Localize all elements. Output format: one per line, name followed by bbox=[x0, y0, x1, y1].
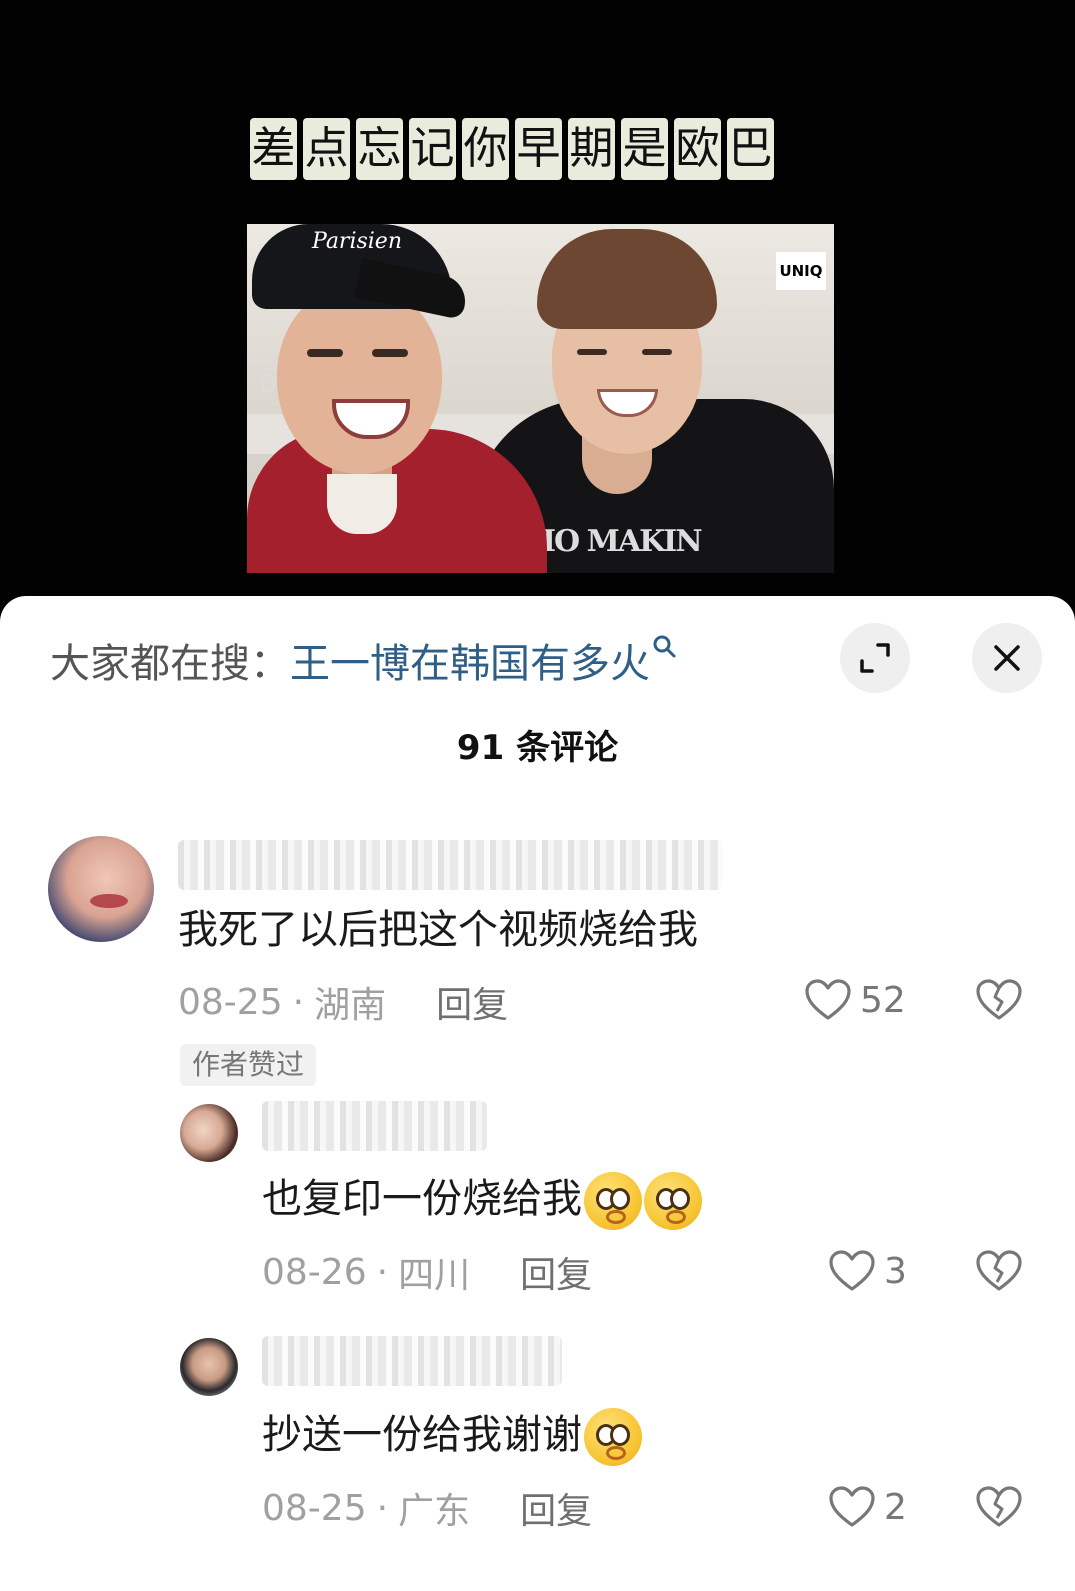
comment-text-content: 也复印一份烧给我 bbox=[262, 1176, 582, 1222]
like-button[interactable]: 2 bbox=[828, 1485, 907, 1529]
video-player[interactable]: 差 点 忘 记 你 早 期 是 欧 巴 IO MAKIN Parisien UN… bbox=[0, 0, 1075, 625]
avatar[interactable] bbox=[180, 1338, 238, 1396]
eye bbox=[307, 349, 343, 357]
comment-text: 也复印一份烧给我 bbox=[262, 1168, 702, 1230]
dislike-button[interactable] bbox=[975, 1485, 1023, 1533]
caption-char: 点 bbox=[303, 118, 350, 180]
comment-meta: 08-25 · 湖南 回复 bbox=[178, 974, 508, 1030]
username-blurred[interactable] bbox=[262, 1101, 487, 1151]
comment-date: 08-26 bbox=[262, 1251, 367, 1293]
pleading-face-icon bbox=[644, 1172, 702, 1230]
comment-text: 抄送一份给我谢谢 bbox=[262, 1404, 642, 1466]
meta-separator: · bbox=[376, 1251, 389, 1293]
channel-watermark: UNIQ bbox=[776, 252, 826, 290]
caption-char: 你 bbox=[462, 118, 509, 180]
comment-meta: 08-26 · 四川 回复 bbox=[262, 1244, 592, 1300]
close-button[interactable] bbox=[972, 623, 1042, 693]
shirt-print: IO MAKIN bbox=[542, 524, 703, 559]
like-button[interactable]: 52 bbox=[804, 978, 906, 1022]
like-count: 2 bbox=[884, 1486, 907, 1528]
comment-date: 08-25 bbox=[262, 1487, 367, 1529]
comment-text-content: 抄送一份给我谢谢 bbox=[262, 1412, 582, 1458]
comment-text: 我死了以后把这个视频烧给我 bbox=[178, 907, 698, 953]
username-blurred[interactable] bbox=[178, 840, 723, 890]
caption-char: 巴 bbox=[727, 118, 774, 180]
reply-button[interactable]: 回复 bbox=[520, 1482, 592, 1534]
meta-separator: · bbox=[292, 981, 305, 1023]
comment-location: 四川 bbox=[398, 1255, 471, 1296]
shirt-collar bbox=[327, 474, 397, 534]
expand-icon bbox=[860, 643, 890, 673]
like-count: 52 bbox=[860, 979, 906, 1021]
earring bbox=[261, 374, 275, 392]
caption-char: 是 bbox=[621, 118, 668, 180]
broken-heart-icon bbox=[976, 979, 1022, 1020]
reply-button[interactable]: 回复 bbox=[520, 1246, 592, 1298]
username-blurred[interactable] bbox=[262, 1336, 562, 1386]
person-right-hair bbox=[537, 229, 717, 329]
comment-count-title: 91 条评论 bbox=[456, 728, 619, 768]
caption-char: 忘 bbox=[356, 118, 403, 180]
like-button[interactable]: 3 bbox=[828, 1249, 907, 1293]
close-icon bbox=[994, 645, 1020, 671]
comment-date: 08-25 bbox=[178, 981, 283, 1023]
eye bbox=[577, 349, 607, 355]
caption-char: 早 bbox=[515, 118, 562, 180]
avatar[interactable] bbox=[48, 836, 154, 942]
avatar[interactable] bbox=[180, 1104, 238, 1162]
meta-separator: · bbox=[376, 1487, 389, 1529]
eye bbox=[372, 349, 408, 357]
heart-icon bbox=[829, 1486, 875, 1527]
cap-text: Parisien bbox=[312, 229, 402, 254]
comment-location: 广东 bbox=[398, 1491, 471, 1532]
broken-heart-icon bbox=[976, 1486, 1022, 1527]
dislike-button[interactable] bbox=[975, 1249, 1023, 1297]
expand-button[interactable] bbox=[840, 623, 910, 693]
video-caption: 差 点 忘 记 你 早 期 是 欧 巴 bbox=[250, 118, 774, 184]
broken-heart-icon bbox=[976, 1250, 1022, 1291]
heart-icon bbox=[805, 979, 851, 1020]
search-icon[interactable] bbox=[652, 630, 684, 678]
caption-char: 差 bbox=[250, 118, 297, 180]
reply-button[interactable]: 回复 bbox=[436, 976, 508, 1028]
like-count: 3 bbox=[884, 1250, 907, 1292]
eye bbox=[642, 349, 672, 355]
caption-char: 欧 bbox=[674, 118, 721, 180]
comment-location: 湖南 bbox=[314, 985, 387, 1026]
caption-char: 期 bbox=[568, 118, 615, 180]
dislike-button[interactable] bbox=[975, 978, 1023, 1026]
comment-sheet: 大家都在搜： 王一博在韩国有多火 91 条评论 我死了以后把这个视频烧给我 08… bbox=[0, 596, 1075, 1591]
comment-meta: 08-25 · 广东 回复 bbox=[262, 1480, 592, 1536]
person-left-face bbox=[277, 284, 442, 474]
trending-search-term[interactable]: 王一博在韩国有多火 bbox=[290, 631, 650, 689]
caption-char: 记 bbox=[409, 118, 456, 180]
video-frame: IO MAKIN Parisien UNIQ bbox=[247, 224, 834, 573]
trending-search[interactable]: 大家都在搜： 王一博在韩国有多火 bbox=[50, 630, 684, 690]
heart-icon bbox=[829, 1250, 875, 1291]
crying-pleading-face-icon bbox=[584, 1408, 642, 1466]
author-liked-badge: 作者赞过 bbox=[180, 1044, 317, 1086]
trending-search-label: 大家都在搜： bbox=[50, 641, 290, 687]
pleading-face-icon bbox=[584, 1172, 642, 1230]
